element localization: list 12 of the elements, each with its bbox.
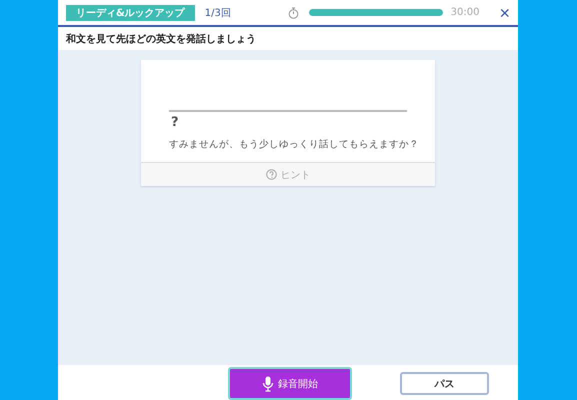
stopwatch-icon [288, 6, 299, 18]
question-counter: 1/3回 [204, 6, 231, 20]
microphone-icon [262, 376, 274, 392]
timer-reading: 30:00 [450, 7, 480, 18]
prompt-text: すみませんが、もう少しゆっくり話してもらえますか？ [169, 138, 419, 152]
pass-button[interactable]: パス [400, 372, 489, 395]
category-label: リーディ&ルックアップ [66, 4, 195, 20]
answer-text: ? [171, 115, 180, 130]
help-icon [266, 169, 276, 180]
instruction-text: 和文を見て先ほどの英文を発話しましょう [64, 32, 257, 46]
close-button[interactable]: × [499, 4, 510, 22]
record-button[interactable]: 録音開始 [228, 367, 352, 400]
